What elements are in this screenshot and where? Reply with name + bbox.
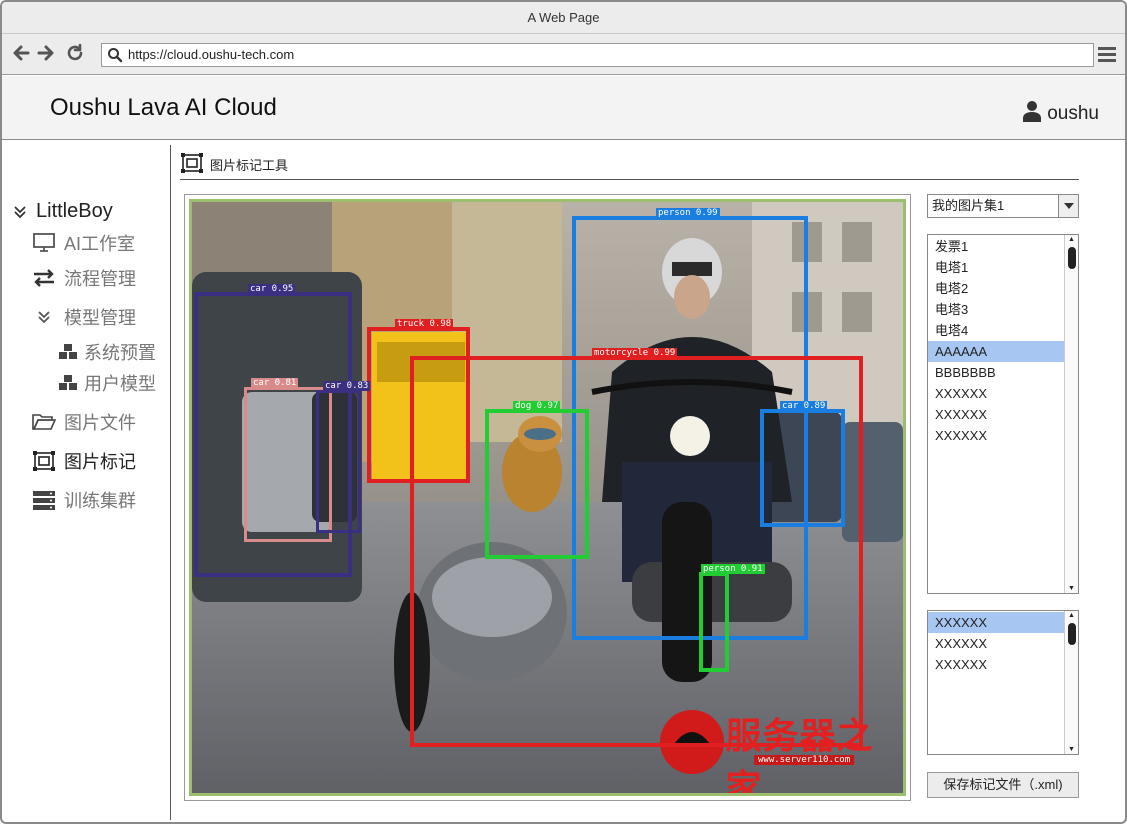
bbox-dog[interactable]: dog 0.97 bbox=[485, 401, 589, 559]
tool-header-divider bbox=[180, 179, 1079, 180]
search-icon bbox=[107, 47, 123, 70]
scroll-thumb[interactable] bbox=[1068, 623, 1076, 645]
sidebar-item-label: 训练集群 bbox=[64, 491, 136, 511]
sidebar-item-label: 模型管理 bbox=[64, 308, 136, 328]
list-item-selected[interactable]: AAAAAA bbox=[928, 341, 1064, 362]
list-item-selected[interactable]: XXXXXX bbox=[928, 612, 1064, 633]
sidebar: LittleBoy AI工作室 流程管理 模型管理 系统预置 用户模型 图片文件… bbox=[2, 141, 170, 822]
sidebar-root-littleboy[interactable]: LittleBoy bbox=[12, 200, 113, 223]
scroll-down-icon[interactable]: ▼ bbox=[1068, 746, 1075, 753]
watermark-url: www.server110.com bbox=[754, 755, 855, 765]
label-list-scrollbar[interactable]: ▲ ▼ bbox=[1064, 611, 1078, 754]
list-item[interactable]: 电塔3 bbox=[928, 299, 1064, 320]
app-header: Oushu Lava AI Cloud oushu bbox=[2, 76, 1125, 140]
bbox-label: car 0.83 bbox=[323, 381, 371, 391]
bbox-car-small[interactable]: car 0.83 bbox=[316, 381, 371, 533]
cubes-icon bbox=[56, 373, 80, 393]
sidebar-item-image-files[interactable]: 图片文件 bbox=[32, 409, 136, 435]
sidebar-root-label: LittleBoy bbox=[36, 200, 113, 222]
bbox-label: dog 0.97 bbox=[513, 401, 561, 411]
sidebar-divider bbox=[170, 145, 171, 820]
scroll-thumb[interactable] bbox=[1068, 247, 1076, 269]
swap-arrows-icon bbox=[32, 268, 56, 288]
sidebar-item-label: 图片标记 bbox=[64, 452, 136, 472]
annotate-icon bbox=[180, 152, 204, 177]
list-item[interactable]: 电塔2 bbox=[928, 278, 1064, 299]
forward-arrow-icon[interactable] bbox=[35, 42, 57, 64]
sidebar-item-label: AI工作室 bbox=[64, 234, 136, 254]
image-list-scrollbar[interactable]: ▲ ▼ bbox=[1064, 235, 1078, 593]
back-arrow-icon[interactable] bbox=[10, 42, 32, 64]
annotate-icon bbox=[32, 451, 56, 471]
dataset-select[interactable]: 我的图片集1 bbox=[927, 194, 1079, 218]
window-title-bar: A Web Page bbox=[2, 2, 1125, 34]
list-item[interactable]: XXXXXX bbox=[928, 425, 1064, 446]
list-item[interactable]: 发票1 bbox=[928, 236, 1064, 257]
bbox-label: person 0.99 bbox=[656, 208, 720, 218]
user-icon bbox=[1023, 100, 1042, 128]
image-canvas[interactable]: person 0.99 car 0.95 truck 0.98 motorcyc… bbox=[189, 199, 906, 796]
sidebar-item-label: 用户模型 bbox=[84, 374, 156, 394]
bbox-label: motorcycle 0.99 bbox=[592, 348, 678, 358]
sidebar-item-label: 系统预置 bbox=[84, 343, 156, 363]
list-item[interactable]: XXXXXX bbox=[928, 383, 1064, 404]
save-annotation-button[interactable]: 保存标记文件（.xml) bbox=[927, 772, 1079, 798]
hamburger-menu-icon[interactable] bbox=[1097, 44, 1117, 64]
watermark-text: 服务器之家 bbox=[725, 716, 874, 796]
browser-window: A Web Page https://cloud.oushu-tech.com … bbox=[0, 0, 1127, 824]
monitor-icon bbox=[32, 233, 56, 253]
cubes-icon bbox=[56, 342, 80, 362]
url-text: https://cloud.oushu-tech.com bbox=[128, 47, 295, 62]
list-item[interactable]: 电塔1 bbox=[928, 257, 1064, 278]
tool-header: 图片标记工具 bbox=[180, 152, 288, 177]
sidebar-item-workflow[interactable]: 流程管理 bbox=[32, 265, 136, 291]
sidebar-item-image-annotation[interactable]: 图片标记 bbox=[32, 448, 136, 474]
list-item[interactable]: BBBBBBB bbox=[928, 362, 1064, 383]
bbox-person-small[interactable]: person 0.91 bbox=[699, 564, 765, 672]
sidebar-item-model-management[interactable]: 模型管理 bbox=[32, 304, 136, 330]
bbox-label: truck 0.98 bbox=[395, 319, 454, 329]
sidebar-item-system-preset[interactable]: 系统预置 bbox=[56, 339, 156, 365]
bbox-label: car 0.89 bbox=[780, 401, 828, 411]
bbox-label: car 0.81 bbox=[251, 378, 299, 388]
server-icon bbox=[32, 490, 56, 510]
watermark: 服务器之家 www.server110.com bbox=[662, 707, 903, 796]
dataset-select-value: 我的图片集1 bbox=[932, 198, 1005, 213]
list-item[interactable]: XXXXXX bbox=[928, 404, 1064, 425]
sidebar-item-training-cluster[interactable]: 训练集群 bbox=[32, 487, 136, 513]
scroll-up-icon[interactable]: ▲ bbox=[1068, 236, 1075, 243]
image-list[interactable]: 发票1 电塔1 电塔2 电塔3 电塔4 AAAAAA BBBBBBB XXXXX… bbox=[927, 234, 1079, 594]
list-item[interactable]: 电塔4 bbox=[928, 320, 1064, 341]
url-bar[interactable]: https://cloud.oushu-tech.com bbox=[101, 43, 1094, 67]
bbox-car-right[interactable]: car 0.89 bbox=[760, 401, 845, 527]
scroll-down-icon[interactable]: ▼ bbox=[1068, 585, 1075, 592]
chevron-double-down-icon bbox=[32, 307, 56, 327]
reload-icon[interactable] bbox=[64, 42, 86, 64]
scroll-up-icon[interactable]: ▲ bbox=[1068, 612, 1075, 619]
user-name: oushu bbox=[1047, 103, 1099, 124]
sidebar-item-label: 流程管理 bbox=[64, 269, 136, 289]
label-list[interactable]: XXXXXX XXXXXX XXXXXX ▲ ▼ bbox=[927, 610, 1079, 755]
list-item[interactable]: XXXXXX bbox=[928, 633, 1064, 654]
sidebar-item-ai-studio[interactable]: AI工作室 bbox=[32, 230, 135, 256]
image-canvas-frame: person 0.99 car 0.95 truck 0.98 motorcyc… bbox=[184, 194, 911, 801]
tool-title: 图片标记工具 bbox=[210, 158, 289, 173]
bbox-label: person 0.91 bbox=[701, 564, 765, 574]
user-menu[interactable]: oushu bbox=[1023, 100, 1099, 128]
window-title: A Web Page bbox=[527, 10, 600, 25]
bbox-label: car 0.95 bbox=[248, 284, 296, 294]
sidebar-item-label: 图片文件 bbox=[64, 413, 136, 433]
app-title: Oushu Lava AI Cloud bbox=[50, 94, 277, 121]
list-item[interactable]: XXXXXX bbox=[928, 654, 1064, 675]
caret-down-icon bbox=[1058, 195, 1078, 217]
sidebar-item-user-model[interactable]: 用户模型 bbox=[56, 370, 156, 396]
folder-open-icon bbox=[32, 412, 56, 432]
chevron-double-down-icon bbox=[12, 202, 28, 222]
browser-nav-bar: https://cloud.oushu-tech.com bbox=[2, 34, 1125, 75]
